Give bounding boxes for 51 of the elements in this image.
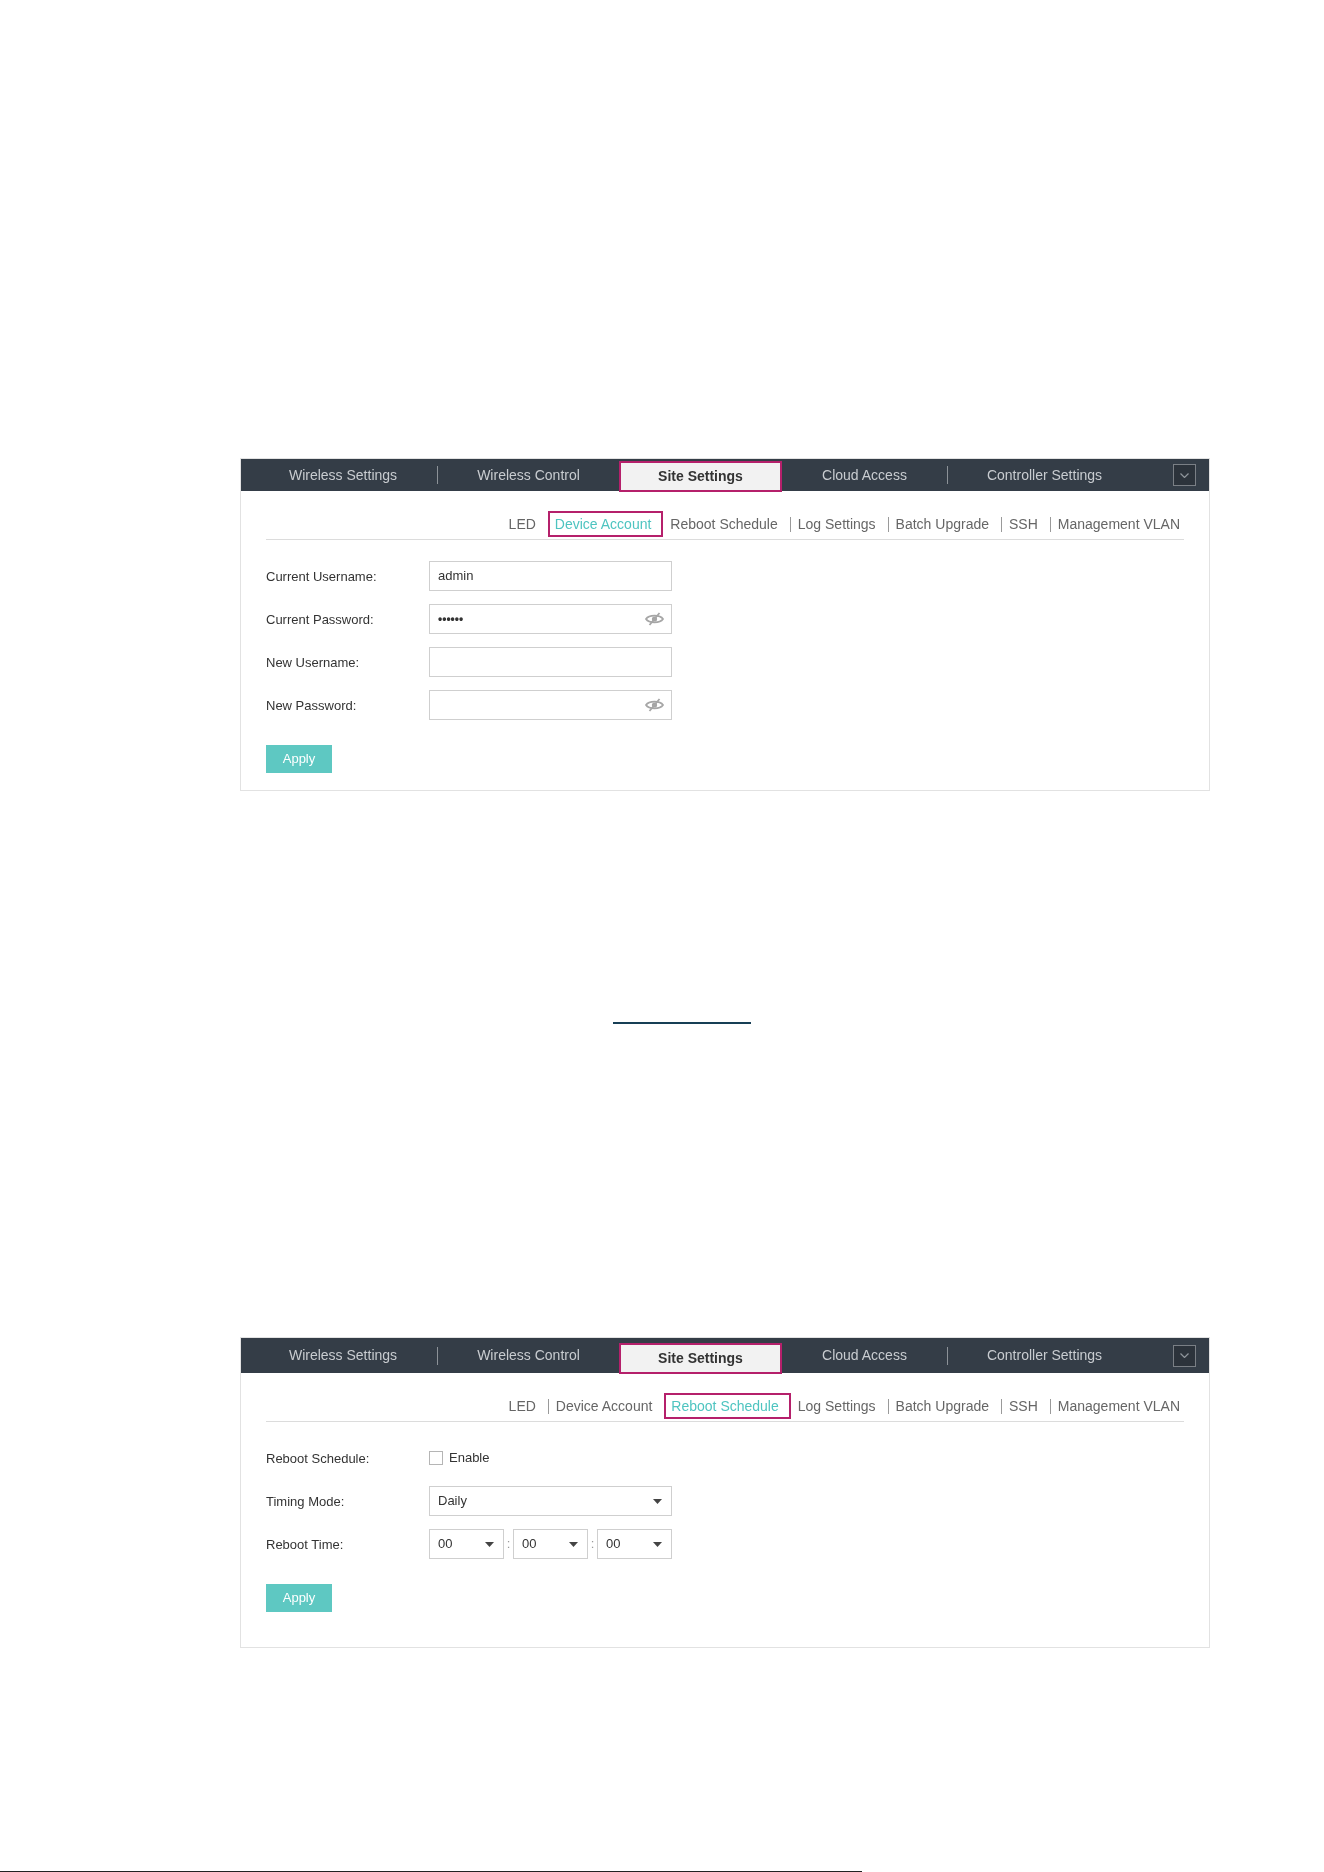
text-field[interactable]: admin bbox=[429, 561, 672, 592]
eye-slash-icon[interactable] bbox=[645, 698, 664, 713]
sub-tab[interactable]: SSH bbox=[1009, 513, 1038, 535]
field-label: Reboot Time: bbox=[266, 1537, 344, 1552]
colon-separator: : bbox=[589, 1535, 596, 1554]
menu-dropdown-button[interactable] bbox=[1173, 1344, 1196, 1367]
sub-tab[interactable]: Management VLAN bbox=[1057, 513, 1180, 535]
nav-tab[interactable]: Wireless Control bbox=[438, 459, 619, 492]
nav-tab[interactable]: Site Settings bbox=[619, 461, 782, 493]
caret-icon bbox=[653, 1498, 662, 1504]
sub-tab[interactable]: Reboot Schedule bbox=[670, 513, 778, 535]
caret-icon bbox=[653, 1541, 662, 1547]
nav-tab[interactable]: Cloud Access bbox=[782, 459, 947, 492]
nav-tab[interactable]: Wireless Settings bbox=[241, 1338, 437, 1373]
field-label: New Password: bbox=[266, 698, 357, 714]
password-field[interactable]: •••••• bbox=[429, 604, 672, 635]
dropdown-select[interactable]: Daily bbox=[429, 1486, 672, 1516]
nav-tab[interactable]: Cloud Access bbox=[782, 1338, 947, 1373]
eye-slash-icon[interactable] bbox=[645, 612, 664, 627]
chevron-down-icon bbox=[1180, 472, 1189, 478]
time-select[interactable]: 00 bbox=[597, 1529, 672, 1559]
nav-tab[interactable]: Controller Settings bbox=[948, 1338, 1141, 1373]
text-field[interactable] bbox=[429, 647, 672, 678]
caret-icon bbox=[569, 1541, 578, 1547]
nav-tab[interactable]: Wireless Control bbox=[438, 1338, 619, 1373]
sub-tab[interactable]: Management VLAN bbox=[1057, 1395, 1180, 1417]
sub-tab[interactable]: LED bbox=[508, 513, 536, 535]
sub-tab[interactable]: SSH bbox=[1009, 1395, 1038, 1417]
sub-tab[interactable]: LED bbox=[508, 1395, 536, 1417]
checkbox[interactable] bbox=[429, 1451, 443, 1465]
sub-tab[interactable]: Batch Upgrade bbox=[895, 1395, 989, 1417]
field-label: Reboot Schedule: bbox=[266, 1451, 370, 1466]
menu-dropdown-button[interactable] bbox=[1173, 464, 1196, 486]
field-label: New Username: bbox=[266, 655, 360, 671]
caret-icon bbox=[485, 1541, 494, 1547]
password-field[interactable] bbox=[429, 690, 672, 721]
field-label: Timing Mode: bbox=[266, 1494, 345, 1509]
chevron-down-icon bbox=[1180, 1353, 1189, 1358]
time-select[interactable]: 00 bbox=[513, 1529, 588, 1559]
sub-tab[interactable]: Batch Upgrade bbox=[895, 513, 989, 535]
sub-tab[interactable]: Log Settings bbox=[797, 1395, 876, 1417]
time-select[interactable]: 00 bbox=[429, 1529, 504, 1559]
sub-tab[interactable]: Device Account bbox=[555, 1395, 653, 1417]
field-label: Current Password: bbox=[266, 612, 374, 628]
nav-tab[interactable]: Controller Settings bbox=[948, 459, 1141, 492]
nav-tab[interactable]: Site Settings bbox=[619, 1343, 782, 1374]
nav-tab[interactable]: Wireless Settings bbox=[241, 459, 437, 492]
field-label: Current Username: bbox=[266, 569, 377, 585]
colon-separator: : bbox=[505, 1535, 512, 1554]
sub-tab[interactable]: Log Settings bbox=[797, 513, 876, 535]
checkbox-label: Enable bbox=[449, 1449, 490, 1468]
